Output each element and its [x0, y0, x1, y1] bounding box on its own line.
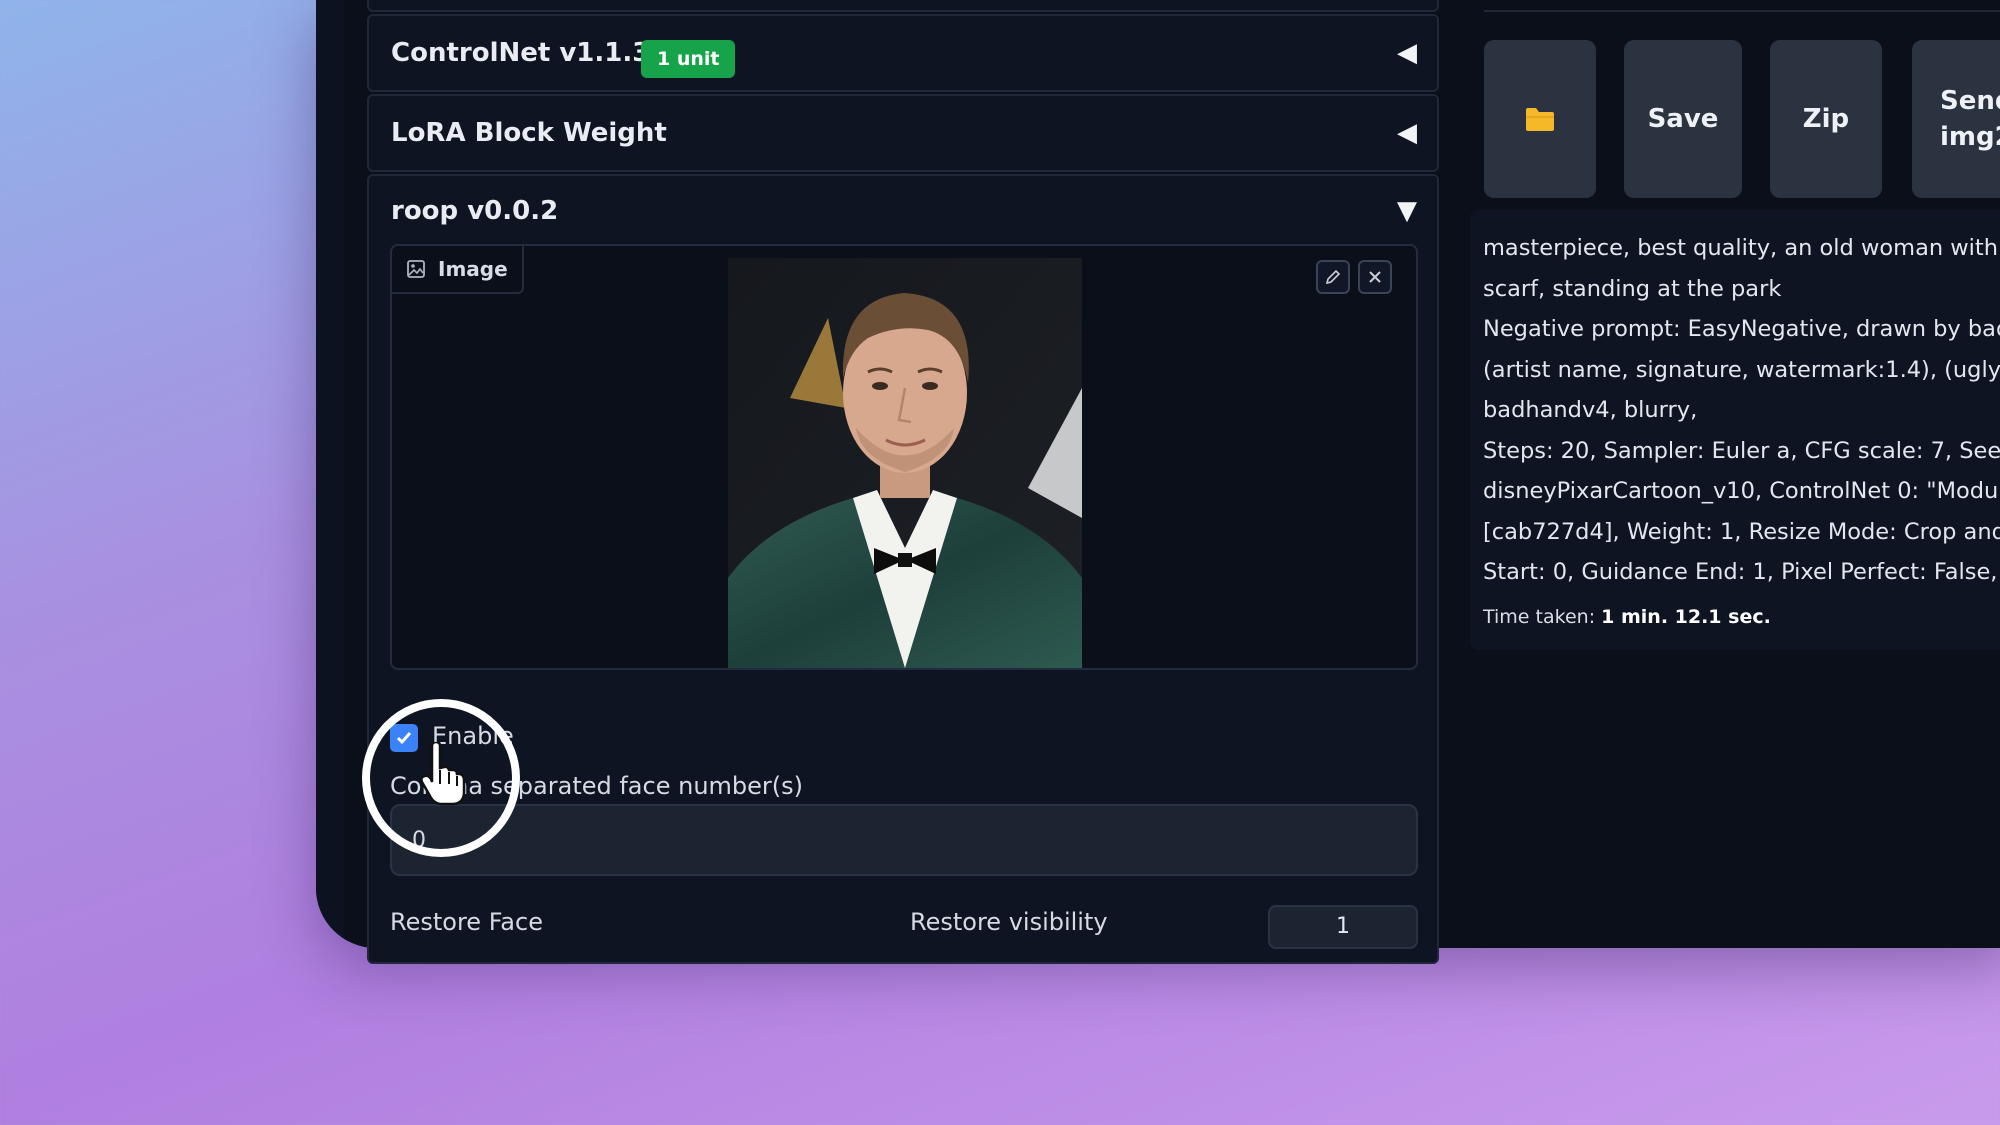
edit-image-button[interactable]	[1316, 260, 1350, 294]
accordion-lora-block-weight[interactable]: LoRA Block Weight ◀	[367, 94, 1439, 172]
info-line: scarf, standing at the park	[1483, 275, 1782, 302]
info-line: Negative prompt: EasyNegative, drawn by …	[1483, 316, 2000, 342]
restore-visibility-label: Restore visibility	[910, 908, 1108, 936]
info-line: (artist name, signature, watermark:1.4),…	[1483, 356, 2000, 383]
accordion-title[interactable]: roop v0.0.2	[391, 196, 558, 226]
folder-icon	[1526, 108, 1554, 131]
info-line: [cab727d4], Weight: 1, Resize Mode: Crop…	[1483, 518, 2000, 545]
time-taken-label: Time taken:	[1483, 606, 1596, 628]
open-folder-button[interactable]	[1484, 40, 1596, 198]
send-button-line1: Send	[1940, 85, 2000, 116]
info-line: disneyPixarCartoon_v10, ControlNet 0: "M…	[1483, 478, 2000, 504]
info-line: Start: 0, Guidance End: 1, Pixel Perfect…	[1483, 559, 2000, 585]
clear-image-button[interactable]	[1358, 260, 1392, 294]
info-line: masterpiece, best quality, an old woman …	[1483, 235, 2000, 261]
source-face-photo	[728, 258, 1082, 668]
source-image-dropzone[interactable]: Image	[390, 244, 1418, 670]
accordion-controlnet[interactable]: ControlNet v1.1.312 1 unit ◀	[367, 14, 1439, 92]
info-line: Steps: 20, Sampler: Euler a, CFG scale: …	[1483, 437, 2000, 464]
restore-visibility-input[interactable]: 1	[1268, 905, 1418, 949]
save-button[interactable]: Save	[1624, 40, 1742, 198]
time-taken: Time taken: 1 min. 12.1 sec.	[1483, 606, 1771, 628]
info-line: badhandv4, blurry,	[1483, 397, 1698, 423]
restore-face-label: Restore Face	[390, 908, 543, 936]
expand-arrow-icon[interactable]: ▼	[1397, 196, 1417, 226]
close-icon	[1369, 271, 1381, 283]
pointer-hand-icon	[420, 742, 466, 806]
generation-info-text: masterpiece, best quality, an old woman …	[1483, 228, 2000, 593]
previous-accordion-edge	[367, 0, 1439, 12]
accordion-title: LoRA Block Weight	[391, 118, 667, 148]
time-taken-value: 1 min. 12.1 sec.	[1601, 606, 1771, 628]
send-to-img2img-button[interactable]: Send img2	[1912, 40, 2000, 198]
image-label-tab: Image	[392, 246, 524, 294]
left-sidebar-strip	[316, 0, 346, 948]
face-numbers-input[interactable]: 0	[390, 804, 1418, 876]
edit-pencil-icon	[1325, 269, 1341, 285]
zip-button[interactable]: Zip	[1770, 40, 1882, 198]
send-button-line2: img2	[1940, 122, 2000, 152]
collapse-arrow-icon[interactable]: ◀	[1397, 38, 1417, 68]
image-label-text: Image	[438, 257, 508, 281]
unit-count-badge: 1 unit	[641, 40, 736, 78]
output-area-top-edge	[1484, 0, 2000, 12]
image-icon	[407, 260, 425, 278]
collapse-arrow-icon[interactable]: ◀	[1397, 118, 1417, 148]
